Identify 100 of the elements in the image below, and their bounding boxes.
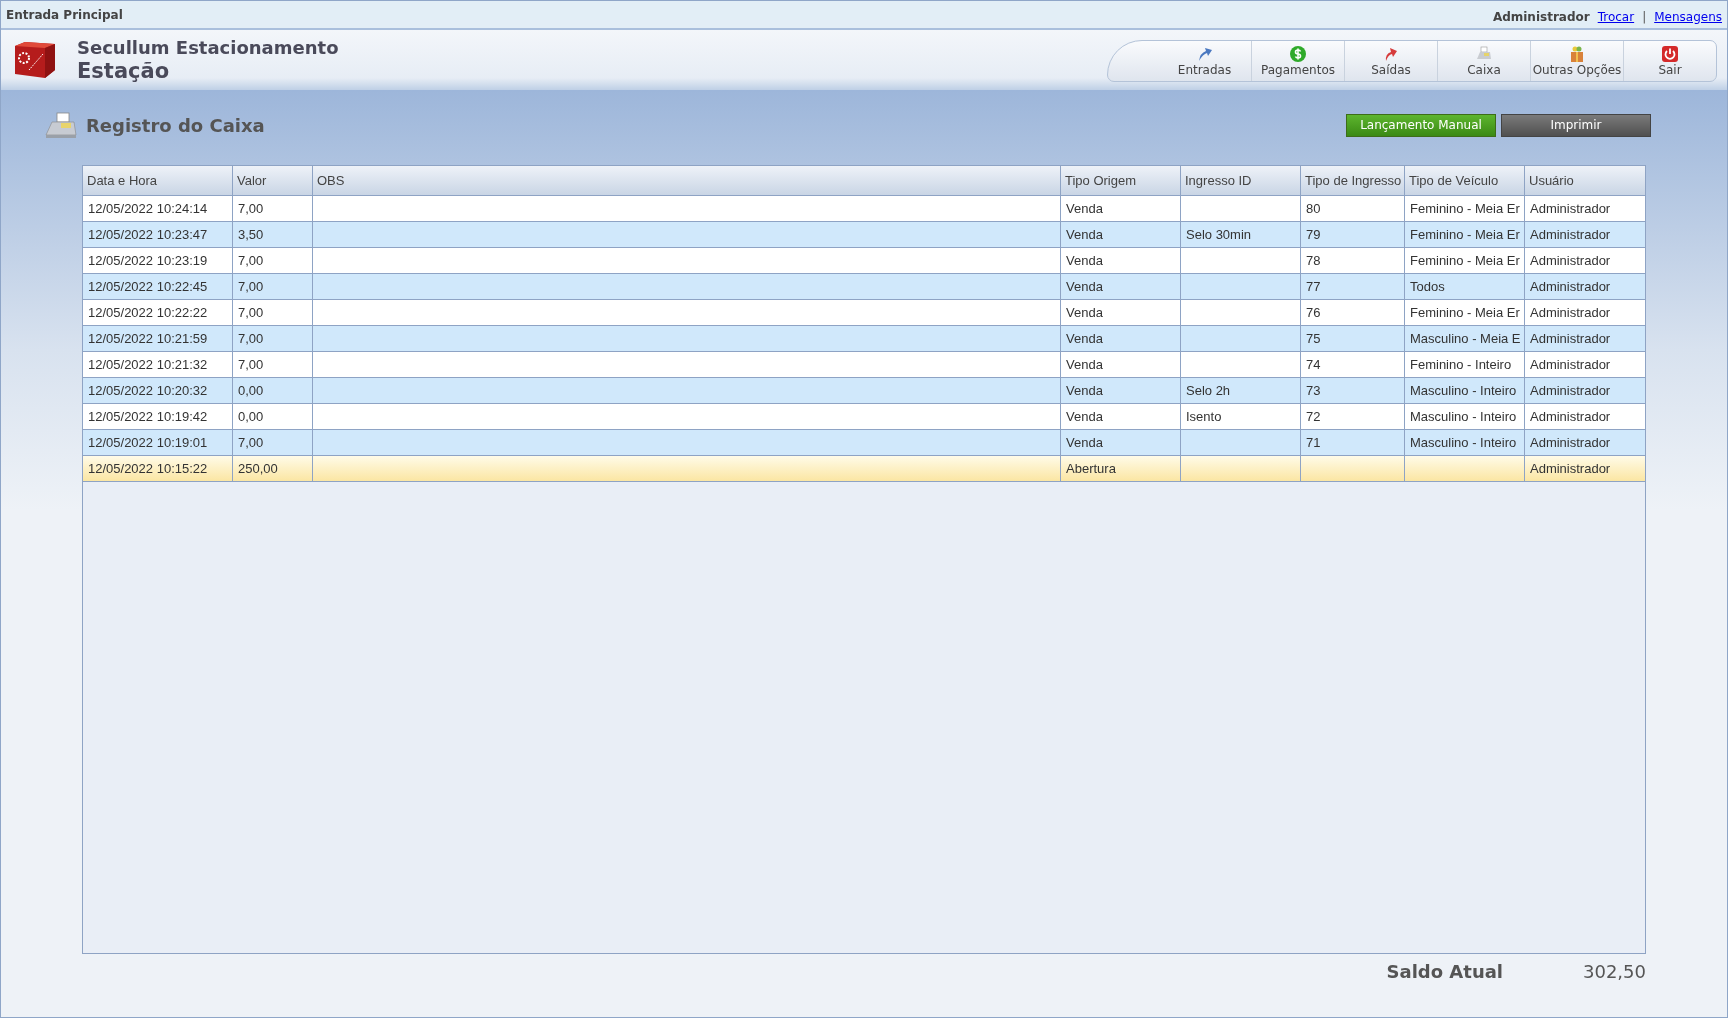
- nav-button[interactable]: Pagamentos: [1251, 41, 1344, 81]
- table-row[interactable]: 12/05/2022 10:24:14 7,00 Venda 80 Feminino - Meia Er Administrador: [83, 196, 1645, 222]
- table-cell: 12/05/2022 10:19:42: [88, 409, 208, 424]
- table-cell: 3,50: [238, 227, 264, 242]
- table-cell: Venda: [1066, 357, 1103, 372]
- nav-button[interactable]: Caixa: [1437, 41, 1530, 81]
- switch-user-link[interactable]: Trocar: [1597, 9, 1635, 24]
- table-cell: 79: [1306, 227, 1321, 242]
- table-cell: 12/05/2022 10:22:45: [88, 279, 208, 294]
- table-cell: 12/05/2022 10:23:47: [88, 227, 208, 242]
- link-separator: |: [1642, 9, 1647, 24]
- location-title: Entrada Principal: [6, 7, 123, 22]
- table-cell: Isento: [1186, 409, 1222, 424]
- table-cell: 71: [1306, 435, 1321, 450]
- table-row[interactable]: 12/05/2022 10:23:19 7,00 Venda 78 Feminino - Meia Er Administrador: [83, 248, 1645, 274]
- column-header[interactable]: Ingresso ID: [1181, 166, 1301, 195]
- table-cell: 250,00: [238, 461, 278, 476]
- power-icon: [1661, 45, 1679, 63]
- table-cell: Masculino - Inteiro: [1410, 383, 1517, 398]
- table-cell: 12/05/2022 10:23:19: [88, 253, 208, 268]
- table-cell: Feminino - Meia Er: [1410, 201, 1520, 216]
- table-cell: 12/05/2022 10:22:22: [88, 305, 208, 320]
- table-cell: Venda: [1066, 227, 1103, 242]
- table-cell: Selo 30min: [1186, 227, 1252, 242]
- column-header[interactable]: Tipo de Ingresso: [1301, 166, 1405, 195]
- table-cell: 12/05/2022 10:20:32: [88, 383, 208, 398]
- table-cell: 7,00: [238, 279, 264, 294]
- table-row[interactable]: 12/05/2022 10:23:47 3,50 Venda Selo 30min 79 Feminino - Meia Er Administrador: [83, 222, 1645, 248]
- table-cell: 72: [1306, 409, 1321, 424]
- table-cell: Administrador: [1530, 305, 1611, 320]
- table-cell: Venda: [1066, 331, 1103, 346]
- table-row[interactable]: 12/05/2022 10:19:01 7,00 Venda 71 Masculino - Inteiro Administrador: [83, 430, 1645, 456]
- table-cell: Administrador: [1530, 227, 1611, 242]
- table-cell: Feminino - Meia Er: [1410, 305, 1520, 320]
- table-cell: Administrador: [1530, 253, 1611, 268]
- table-cell: Masculino - Inteiro: [1410, 435, 1517, 450]
- table-cell: 0,00: [238, 409, 264, 424]
- table-cell: 12/05/2022 10:21:32: [88, 357, 208, 372]
- table-cell: Todos: [1410, 279, 1445, 294]
- column-header[interactable]: Usuário: [1525, 166, 1645, 195]
- messages-link[interactable]: Mensagens: [1654, 9, 1722, 24]
- table-cell: Administrador: [1530, 435, 1611, 450]
- table-cell: Masculino - Meia E: [1410, 331, 1521, 346]
- table-cell: 77: [1306, 279, 1321, 294]
- page-title: Registro do Caixa: [86, 114, 265, 136]
- column-header[interactable]: Valor: [233, 166, 313, 195]
- table-cell: Administrador: [1530, 201, 1611, 216]
- gift-box-icon: [1568, 45, 1586, 63]
- column-header[interactable]: Data e Hora: [83, 166, 233, 195]
- table-cell: 80: [1306, 201, 1321, 216]
- table-cell: 76: [1306, 305, 1321, 320]
- table-cell: 12/05/2022 10:19:01: [88, 435, 208, 450]
- table-cell: 0,00: [238, 383, 264, 398]
- table-row[interactable]: 12/05/2022 10:20:32 0,00 Venda Selo 2h 73 Masculino - Inteiro Administrador: [83, 378, 1645, 404]
- table-row[interactable]: 12/05/2022 10:22:22 7,00 Venda 76 Feminino - Meia Er Administrador: [83, 300, 1645, 326]
- table-cell: Administrador: [1530, 409, 1611, 424]
- table-cell: 78: [1306, 253, 1321, 268]
- table-cell: Venda: [1066, 279, 1103, 294]
- table-cell: 7,00: [238, 253, 264, 268]
- table-cell: 12/05/2022 10:24:14: [88, 201, 208, 216]
- table-cell: Feminino - Meia Er: [1410, 227, 1520, 242]
- column-header[interactable]: Tipo de Veículo: [1405, 166, 1525, 195]
- table-cell: Venda: [1066, 409, 1103, 424]
- table-cell: 12/05/2022 10:15:22: [88, 461, 208, 476]
- table-cell: 7,00: [238, 357, 264, 372]
- nav-button[interactable]: Outras Opções: [1530, 41, 1623, 81]
- table-cell: Administrador: [1530, 331, 1611, 346]
- table-cell: 7,00: [238, 305, 264, 320]
- table-row[interactable]: 12/05/2022 10:22:45 7,00 Venda 77 Todos Administrador: [83, 274, 1645, 300]
- table-cell: Venda: [1066, 253, 1103, 268]
- user-name: Administrador: [1492, 9, 1590, 24]
- table-cell: Masculino - Inteiro: [1410, 409, 1517, 424]
- table-cell: 73: [1306, 383, 1321, 398]
- column-header[interactable]: Tipo Origem: [1061, 166, 1181, 195]
- dollar-coin-icon: [1289, 45, 1307, 63]
- cash-register-icon: [44, 111, 78, 139]
- table-cell: Venda: [1066, 383, 1103, 398]
- table-cell: 74: [1306, 357, 1321, 372]
- table-row[interactable]: 12/05/2022 10:15:22 250,00 Abertura Administrador: [83, 456, 1645, 482]
- table-row[interactable]: 12/05/2022 10:19:42 0,00 Venda Isento 72 Masculino - Inteiro Administrador: [83, 404, 1645, 430]
- table-row[interactable]: 12/05/2022 10:21:59 7,00 Venda 75 Masculino - Meia E Administrador: [83, 326, 1645, 352]
- table-cell: Administrador: [1530, 461, 1611, 476]
- nav-button[interactable]: Entradas: [1158, 41, 1251, 81]
- print-button[interactable]: Imprimir: [1501, 113, 1651, 137]
- table-cell: Administrador: [1530, 279, 1611, 294]
- table-cell: 75: [1306, 331, 1321, 346]
- nav-button[interactable]: Sair: [1623, 41, 1716, 81]
- table-cell: Feminino - Meia Er: [1410, 253, 1520, 268]
- table-cell: Abertura: [1066, 461, 1116, 476]
- column-header[interactable]: OBS: [313, 166, 1061, 195]
- table-cell: 7,00: [238, 331, 264, 346]
- table-cell: Administrador: [1530, 383, 1611, 398]
- station-name: Estação: [77, 59, 171, 83]
- nav-button[interactable]: Saídas: [1344, 41, 1437, 81]
- table-cell: Venda: [1066, 201, 1103, 216]
- app-name: Secullum Estacionamento: [77, 37, 339, 59]
- table-cell: Selo 2h: [1186, 383, 1231, 398]
- table-cell: 7,00: [238, 435, 264, 450]
- table-cell: Venda: [1066, 305, 1103, 320]
- table-row[interactable]: 12/05/2022 10:21:32 7,00 Venda 74 Feminino - Inteiro Administrador: [83, 352, 1645, 378]
